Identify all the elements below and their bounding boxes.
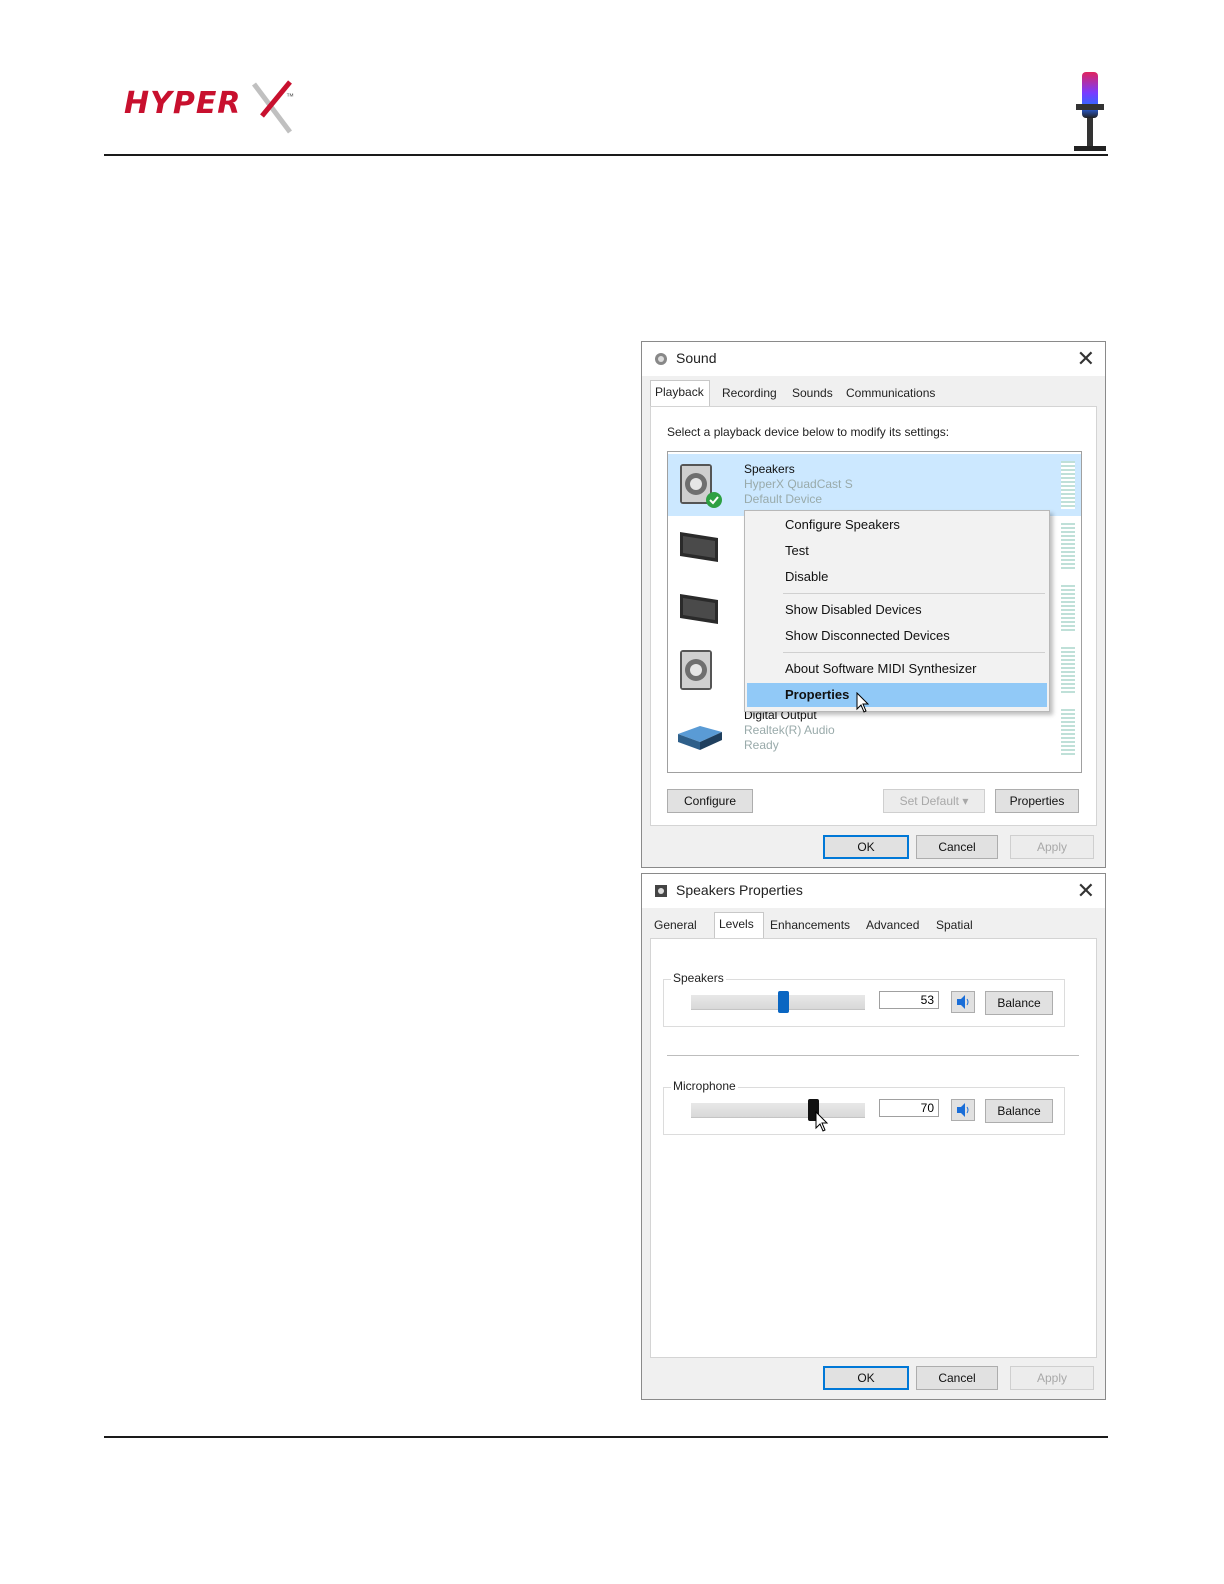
speaker-app-icon bbox=[655, 885, 667, 897]
tab-enhancements[interactable]: Enhancements bbox=[766, 914, 854, 938]
tab-spatial-sound[interactable]: Spatial sound bbox=[932, 914, 977, 954]
speakers-level-value[interactable]: 53 bbox=[879, 991, 939, 1009]
device-sub1: HyperX QuadCast S bbox=[744, 477, 853, 491]
tab-general[interactable]: General bbox=[650, 914, 701, 938]
cancel-button[interactable]: Cancel bbox=[916, 1366, 998, 1390]
speakers-mute-button[interactable] bbox=[951, 991, 975, 1013]
close-icon[interactable]: ✕ bbox=[1077, 878, 1095, 904]
menu-separator bbox=[783, 593, 1045, 594]
hyperx-x-mark bbox=[252, 80, 292, 134]
speaker-volume-icon bbox=[957, 995, 969, 1009]
close-icon[interactable]: ✕ bbox=[1077, 346, 1095, 372]
mouse-cursor-icon bbox=[856, 692, 870, 713]
device-speakers[interactable]: Speakers HyperX QuadCast S Default Devic… bbox=[668, 454, 1081, 516]
microphone-slider-track[interactable] bbox=[691, 1103, 865, 1118]
properties-dialog-title: Speakers Properties bbox=[676, 882, 803, 898]
device-sub2: Default Device bbox=[744, 492, 823, 506]
instruction-text: Select a playback device below to modify… bbox=[667, 425, 950, 439]
device-sub2: Ready bbox=[744, 738, 779, 752]
mouse-cursor-icon bbox=[815, 1111, 829, 1132]
speakers-balance-button[interactable]: Balance bbox=[985, 991, 1053, 1015]
device-sub1: Realtek(R) Audio bbox=[744, 723, 835, 737]
context-menu: Configure Speakers Test Disable Show Dis… bbox=[744, 510, 1050, 712]
footer-rule bbox=[104, 1436, 1108, 1438]
tab-levels[interactable]: Levels bbox=[714, 912, 764, 938]
header-rule bbox=[104, 154, 1108, 156]
monitor-icon bbox=[680, 594, 718, 624]
set-default-label: Set Default bbox=[899, 794, 959, 808]
sound-titlebar: Sound ✕ bbox=[642, 342, 1105, 376]
menu-item-properties[interactable]: Properties bbox=[747, 683, 1047, 707]
speakers-level-label: Speakers bbox=[671, 971, 726, 985]
tab-advanced[interactable]: Advanced bbox=[862, 914, 923, 938]
tab-recording[interactable]: Recording bbox=[718, 382, 781, 406]
speaker-icon bbox=[680, 464, 722, 508]
levels-divider bbox=[667, 1055, 1079, 1056]
configure-button[interactable]: Configure bbox=[667, 789, 753, 813]
microphone-level-label: Microphone bbox=[671, 1079, 738, 1093]
speakers-slider-thumb[interactable] bbox=[778, 991, 790, 1013]
ok-button[interactable]: OK bbox=[823, 835, 909, 859]
trademark-symbol: ™ bbox=[286, 92, 294, 101]
cancel-button[interactable]: Cancel bbox=[916, 835, 998, 859]
device-name: Speakers bbox=[744, 462, 795, 476]
microphone-level-value[interactable]: 70 bbox=[879, 1099, 939, 1117]
level-meter bbox=[1061, 647, 1075, 695]
level-meter bbox=[1061, 523, 1075, 571]
sound-app-icon bbox=[655, 353, 667, 365]
chevron-down-icon: ▾ bbox=[962, 794, 969, 808]
level-meter bbox=[1061, 709, 1075, 757]
digital-output-icon bbox=[678, 726, 722, 750]
apply-button[interactable]: Apply bbox=[1010, 1366, 1094, 1390]
menu-item-test[interactable]: Test bbox=[747, 539, 1047, 563]
microphone-mute-button[interactable] bbox=[951, 1099, 975, 1121]
speakers-properties-dialog: Speakers Properties ✕ General Levels Enh… bbox=[641, 873, 1106, 1400]
microphone-product-image bbox=[1074, 72, 1106, 151]
level-meter bbox=[1061, 461, 1075, 509]
apply-button[interactable]: Apply bbox=[1010, 835, 1094, 859]
sound-dialog-title: Sound bbox=[676, 350, 717, 366]
tab-communications[interactable]: Communications bbox=[842, 382, 939, 406]
monitor-icon bbox=[680, 532, 718, 562]
tab-sounds[interactable]: Sounds bbox=[788, 382, 837, 406]
properties-titlebar: Speakers Properties ✕ bbox=[642, 874, 1105, 908]
ok-button[interactable]: OK bbox=[823, 1366, 909, 1390]
microphone-balance-button[interactable]: Balance bbox=[985, 1099, 1053, 1123]
level-meter bbox=[1061, 585, 1075, 633]
menu-item-show-disabled[interactable]: Show Disabled Devices bbox=[747, 598, 1047, 622]
speaker-icon bbox=[680, 650, 712, 690]
set-default-button[interactable]: Set Default ▾ bbox=[883, 789, 985, 813]
menu-item-configure-speakers[interactable]: Configure Speakers bbox=[747, 513, 1047, 537]
speaker-volume-icon bbox=[957, 1103, 969, 1117]
levels-panel: Speakers 53 Balance Microphone 70 Balanc… bbox=[650, 938, 1097, 1358]
hyperx-logo: HYPER bbox=[124, 86, 242, 121]
properties-button[interactable]: Properties bbox=[995, 789, 1079, 813]
menu-item-show-disconnected[interactable]: Show Disconnected Devices bbox=[747, 624, 1047, 648]
menu-item-about-midi[interactable]: About Software MIDI Synthesizer bbox=[747, 657, 1047, 681]
tab-playback[interactable]: Playback bbox=[650, 380, 710, 406]
menu-item-disable[interactable]: Disable bbox=[747, 565, 1047, 589]
menu-separator bbox=[783, 652, 1045, 653]
